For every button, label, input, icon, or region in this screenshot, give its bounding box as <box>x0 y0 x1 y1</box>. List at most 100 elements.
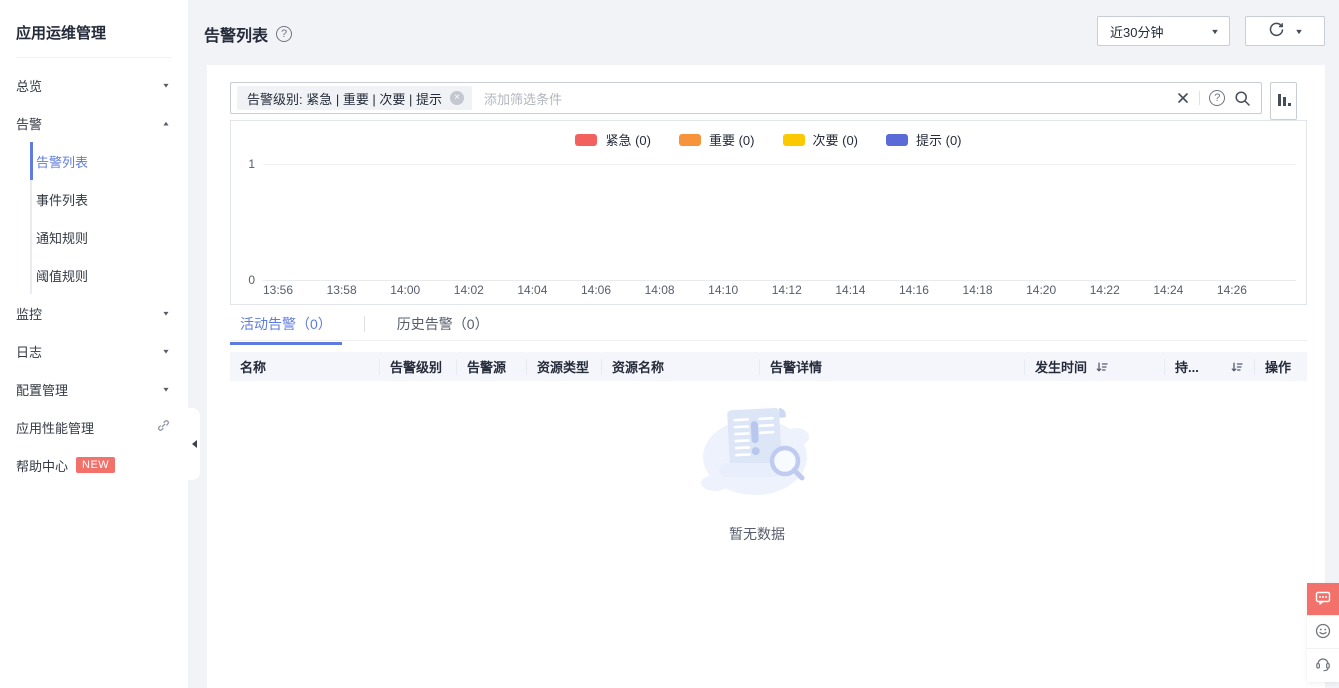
sidebar-item-label: 通知规则 <box>36 228 88 247</box>
floating-toolbar <box>1307 583 1339 682</box>
x-axis-tick: 14:04 <box>517 283 547 297</box>
tab-history-alarms[interactable]: 历史告警（0） <box>387 314 499 342</box>
sidebar-item-label: 日志 <box>16 342 42 361</box>
sidebar-item-logs[interactable]: 日志 ▼ <box>0 332 188 370</box>
legend-item-major[interactable]: 重要 (0) <box>679 130 755 149</box>
bar-chart-icon <box>1277 93 1291 110</box>
time-range-select[interactable]: 近30分钟 ▼ <box>1097 16 1230 46</box>
sidebar-item-apm[interactable]: 应用性能管理 <box>0 408 188 446</box>
collapse-arrow-icon <box>192 440 197 448</box>
x-axis-tick: 14:10 <box>708 283 738 297</box>
sidebar-item-config[interactable]: 配置管理 ▼ <box>0 370 188 408</box>
x-axis-tick: 14:22 <box>1090 283 1120 297</box>
sort-icon[interactable] <box>1230 360 1244 374</box>
x-axis-tick: 13:56 <box>263 283 293 297</box>
col-alarm-level[interactable]: 告警级别 <box>380 359 457 375</box>
col-resource-type[interactable]: 资源类型 <box>527 359 602 375</box>
chevron-down-icon: ▼ <box>1210 27 1220 35</box>
legend-label: 重要 (0) <box>709 130 755 149</box>
page-header: 告警列表 ? 近30分钟 ▼ ▼ <box>204 0 1339 65</box>
filter-input[interactable]: 告警级别: 紧急 | 重要 | 次要 | 提示 × 添加筛选条件 ? <box>230 82 1262 114</box>
y-axis-tick: 0 <box>237 273 255 287</box>
col-name[interactable]: 名称 <box>230 359 380 375</box>
chevron-down-icon: ▼ <box>1294 27 1304 35</box>
legend-label: 次要 (0) <box>813 130 859 149</box>
col-resource-name[interactable]: 资源名称 <box>602 359 760 375</box>
filter-placeholder: 添加筛选条件 <box>484 89 1176 108</box>
new-badge: NEW <box>76 457 115 473</box>
smiley-icon <box>1314 622 1332 643</box>
x-axis-tick: 14:02 <box>454 283 484 297</box>
refresh-button[interactable]: ▼ <box>1245 16 1325 46</box>
chevron-down-icon: ▼ <box>162 347 171 354</box>
x-axis-tick: 13:58 <box>327 283 357 297</box>
feedback-button[interactable] <box>1307 583 1339 616</box>
legend-swatch-critical <box>575 134 597 146</box>
chevron-down-icon: ▼ <box>162 81 171 88</box>
sidebar-item-label: 帮助中心 <box>16 456 68 475</box>
chip-remove-icon[interactable]: × <box>450 91 464 105</box>
help-icon: ? <box>1209 90 1225 106</box>
page-title: 告警列表 <box>204 22 268 46</box>
legend-swatch-major <box>679 134 701 146</box>
sidebar-item-label: 阈值规则 <box>36 266 88 285</box>
x-axis-tick: 14:20 <box>1026 283 1056 297</box>
chart-toggle-button[interactable] <box>1270 82 1297 120</box>
sidebar-item-event-list[interactable]: 事件列表 <box>0 180 188 218</box>
sidebar-item-alarm[interactable]: 告警 ▲ <box>0 104 188 142</box>
alarm-tabs: 活动告警（0） 历史告警（0） <box>230 314 1307 341</box>
x-axis-tick: 14:06 <box>581 283 611 297</box>
legend-label: 提示 (0) <box>916 130 962 149</box>
clear-filter-button[interactable] <box>1176 91 1190 105</box>
sidebar-item-label: 告警列表 <box>36 152 88 171</box>
app-title: 应用运维管理 <box>0 0 188 57</box>
feedback-icon <box>1314 589 1332 610</box>
smiley-button[interactable] <box>1307 616 1339 649</box>
external-link-icon <box>157 419 170 435</box>
sidebar-item-help[interactable]: 帮助中心 NEW <box>0 446 188 484</box>
legend-item-critical[interactable]: 紧急 (0) <box>575 130 651 149</box>
headset-icon <box>1314 655 1332 676</box>
divider <box>1199 91 1200 105</box>
filter-row: 告警级别: 紧急 | 重要 | 次要 | 提示 × 添加筛选条件 ? <box>230 82 1297 120</box>
col-alarm-detail[interactable]: 告警详情 <box>760 359 1025 375</box>
sidebar-item-threshold-rules[interactable]: 阈值规则 <box>0 256 188 294</box>
sidebar-item-monitor[interactable]: 监控 ▼ <box>0 294 188 332</box>
legend-swatch-info <box>886 134 908 146</box>
x-axis-tick: 14:24 <box>1153 283 1183 297</box>
legend-item-info[interactable]: 提示 (0) <box>886 130 962 149</box>
help-icon[interactable]: ? <box>276 26 292 42</box>
sidebar: 应用运维管理 总览 ▼ 告警 ▲ 告警列表 事件列表 通知规则 阈值规则 监控 <box>0 0 188 688</box>
content-panel: 告警级别: 紧急 | 重要 | 次要 | 提示 × 添加筛选条件 ? <box>207 65 1325 688</box>
legend-item-minor[interactable]: 次要 (0) <box>783 130 859 149</box>
col-alarm-source[interactable]: 告警源 <box>457 359 527 375</box>
empty-state: 暂无数据 <box>207 395 1307 544</box>
col-operation[interactable]: 操作 <box>1255 359 1307 375</box>
legend-label: 紧急 (0) <box>605 130 651 149</box>
alarm-trend-chart: 紧急 (0) 重要 (0) 次要 (0) 提示 (0) 1 0 13:56 13… <box>230 120 1307 305</box>
filter-help-button[interactable]: ? <box>1209 90 1225 106</box>
x-axis-tick: 14:14 <box>835 283 865 297</box>
legend-swatch-minor <box>783 134 805 146</box>
x-axis-ticks: 13:56 13:58 14:00 14:02 14:04 14:06 14:0… <box>263 283 1247 297</box>
sidebar-menu: 总览 ▼ 告警 ▲ 告警列表 事件列表 通知规则 阈值规则 监控 ▼ 日 <box>0 66 188 484</box>
chevron-down-icon: ▼ <box>162 309 171 316</box>
x-axis-tick: 14:12 <box>772 283 802 297</box>
sidebar-item-alarm-list[interactable]: 告警列表 <box>0 142 188 180</box>
chart-legend: 紧急 (0) 重要 (0) 次要 (0) 提示 (0) <box>231 130 1306 149</box>
support-button[interactable] <box>1307 649 1339 682</box>
sidebar-item-label: 监控 <box>16 304 42 323</box>
filter-chip-alarm-level[interactable]: 告警级别: 紧急 | 重要 | 次要 | 提示 × <box>237 86 472 110</box>
chevron-down-icon: ▼ <box>162 385 171 392</box>
col-duration[interactable]: 持... <box>1165 359 1255 375</box>
x-axis-line <box>263 280 1296 281</box>
sidebar-item-notify-rules[interactable]: 通知规则 <box>0 218 188 256</box>
col-occur-time[interactable]: 发生时间 <box>1025 359 1165 375</box>
table-header: 名称 告警级别 告警源 资源类型 资源名称 告警详情 发生时间 <box>230 352 1307 381</box>
sidebar-collapse-handle[interactable] <box>188 408 200 480</box>
search-button[interactable] <box>1234 90 1251 107</box>
tab-active-alarms[interactable]: 活动告警（0） <box>230 314 342 345</box>
sort-icon[interactable] <box>1095 360 1109 374</box>
sidebar-item-overview[interactable]: 总览 ▼ <box>0 66 188 104</box>
chevron-up-icon: ▲ <box>162 119 171 126</box>
